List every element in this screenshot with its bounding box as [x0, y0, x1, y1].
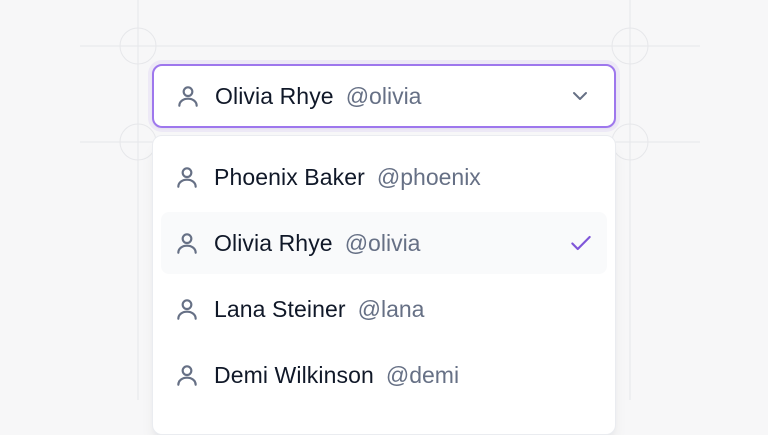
user-icon	[173, 295, 201, 323]
selected-user-name: Olivia Rhye	[215, 82, 334, 109]
option-handle: @lana	[357, 295, 425, 322]
option-name: Phoenix Baker	[214, 163, 365, 190]
selected-user-handle: @olivia	[345, 82, 422, 109]
user-icon	[174, 82, 202, 110]
option-demi-wilkinson[interactable]: Demi Wilkinson @demi	[161, 344, 607, 406]
user-icon	[173, 361, 201, 389]
user-select-menu: Phoenix Baker @phoenix Olivia Rhye @oliv…	[152, 135, 616, 435]
option-name: Demi Wilkinson	[214, 361, 374, 388]
chevron-down-icon[interactable]	[566, 82, 594, 110]
option-olivia-rhye[interactable]: Olivia Rhye @olivia	[161, 212, 607, 274]
option-lana-steiner[interactable]: Lana Steiner @lana	[161, 278, 607, 340]
option-name: Lana Steiner	[214, 295, 346, 322]
option-handle: @demi	[385, 361, 460, 388]
check-icon	[567, 229, 595, 257]
user-icon	[173, 163, 201, 191]
option-phoenix-baker[interactable]: Phoenix Baker @phoenix	[161, 146, 607, 208]
option-name: Olivia Rhye	[214, 229, 333, 256]
user-select-trigger[interactable]: Olivia Rhye @olivia	[152, 64, 616, 128]
option-handle: @phoenix	[376, 163, 481, 190]
user-icon	[173, 229, 201, 257]
option-handle: @olivia	[344, 229, 421, 256]
